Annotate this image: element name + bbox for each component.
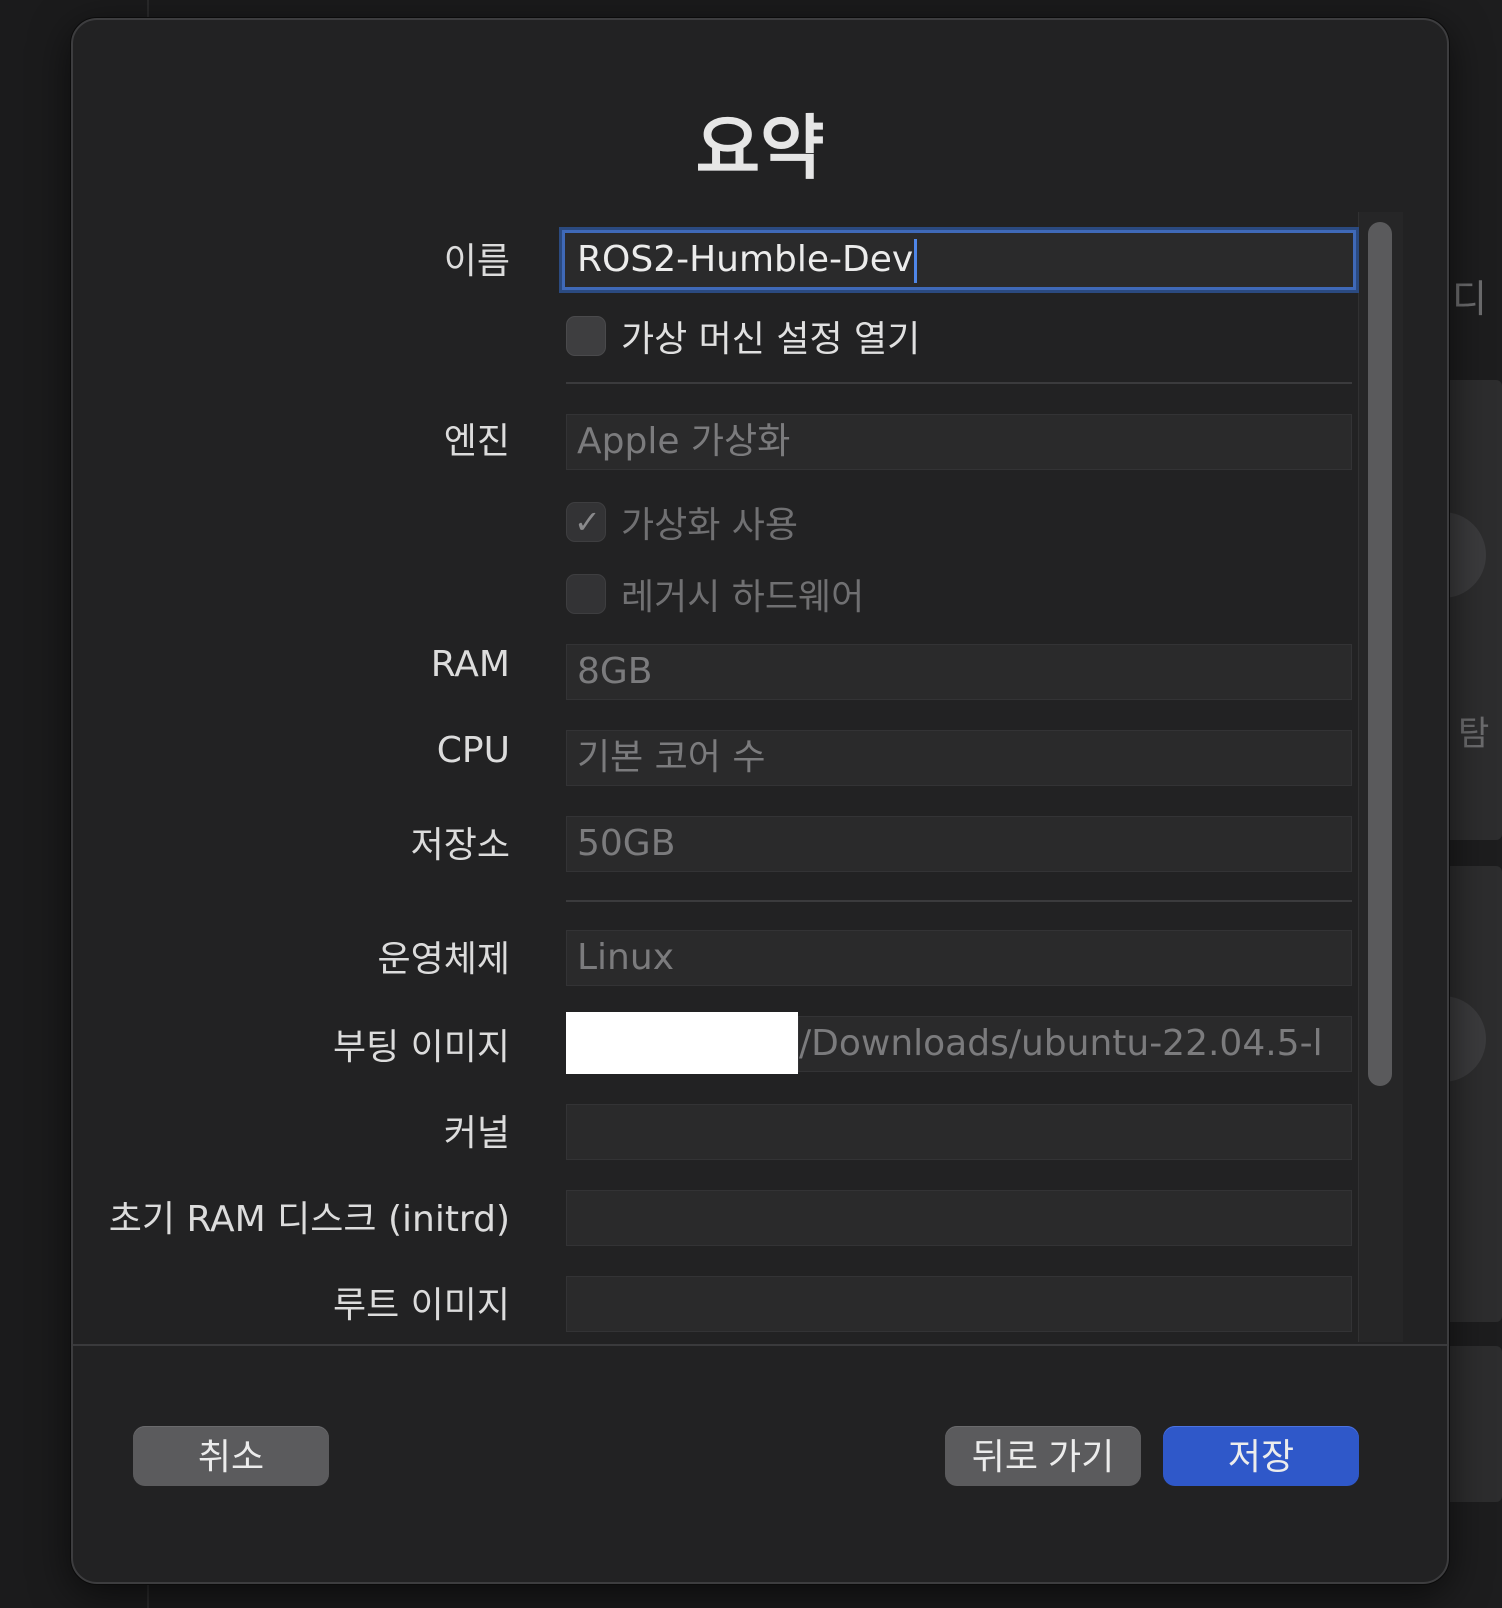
background-divider bbox=[147, 0, 149, 18]
text-caret bbox=[914, 239, 918, 283]
redacted-region bbox=[566, 1012, 798, 1074]
open-vm-settings-label[interactable]: 가상 머신 설정 열기 bbox=[621, 310, 920, 362]
os-label: 운영체제 bbox=[377, 939, 510, 980]
name-label: 이름 bbox=[443, 241, 510, 282]
background-text: 탐 bbox=[1458, 714, 1490, 754]
legacy-hardware-checkbox bbox=[566, 574, 606, 614]
storage-label: 저장소 bbox=[410, 825, 510, 866]
open-vm-settings-checkbox[interactable] bbox=[566, 316, 606, 356]
summary-form: 이름 ROS2-Humble-Dev 가상 머신 설정 열기 엔진 Apple … bbox=[73, 210, 1403, 1342]
boot-image-label: 부팅 이미지 bbox=[332, 1027, 510, 1068]
initrd-field bbox=[566, 1190, 1352, 1246]
cancel-button[interactable]: 취소 bbox=[133, 1426, 329, 1486]
root-image-label: 루트 이미지 bbox=[332, 1285, 510, 1326]
summary-dialog: 요약 이름 ROS2-Humble-Dev 가상 머신 설정 열기 엔진 App… bbox=[71, 18, 1449, 1584]
use-virtualization-label: 가상화 사용 bbox=[621, 505, 799, 546]
background-divider bbox=[147, 1580, 149, 1608]
background-text: 디 bbox=[1452, 277, 1487, 321]
cpu-field: 기본 코어 수 bbox=[566, 730, 1352, 786]
name-input-value: ROS2-Humble-Dev bbox=[577, 239, 914, 280]
ram-label: RAM bbox=[430, 644, 510, 685]
name-input[interactable]: ROS2-Humble-Dev bbox=[562, 230, 1356, 290]
engine-field: Apple 가상화 bbox=[566, 414, 1352, 470]
kernel-label: 커널 bbox=[443, 1113, 510, 1154]
root-image-field bbox=[566, 1276, 1352, 1332]
section-divider bbox=[566, 900, 1352, 902]
checkmark-icon: ✓ bbox=[574, 503, 601, 541]
back-button[interactable]: 뒤로 가기 bbox=[945, 1426, 1141, 1486]
os-field: Linux bbox=[566, 930, 1352, 986]
engine-label: 엔진 bbox=[443, 421, 510, 462]
storage-field: 50GB bbox=[566, 816, 1352, 872]
use-virtualization-checkbox: ✓ bbox=[566, 502, 606, 542]
dialog-title: 요약 bbox=[695, 107, 825, 189]
boot-image-field: /Downloads/ubuntu-22.04.5-l bbox=[798, 1016, 1352, 1072]
ram-field: 8GB bbox=[566, 644, 1352, 700]
save-button[interactable]: 저장 bbox=[1163, 1426, 1359, 1486]
kernel-field bbox=[566, 1104, 1352, 1160]
cpu-label: CPU bbox=[436, 730, 510, 771]
section-divider bbox=[566, 382, 1352, 384]
legacy-hardware-label: 레거시 하드웨어 bbox=[621, 577, 865, 618]
footer-divider bbox=[73, 1344, 1447, 1346]
initrd-label: 초기 RAM 디스크 (initrd) bbox=[108, 1199, 510, 1240]
